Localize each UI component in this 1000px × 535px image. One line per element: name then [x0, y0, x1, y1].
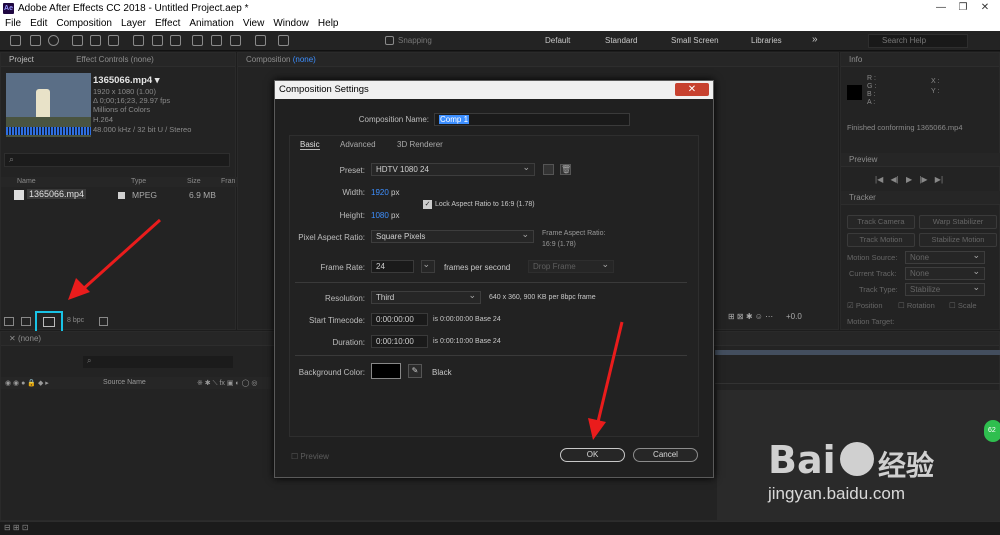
arrow-to-new-composition-icon	[68, 218, 162, 300]
watermark-brand: Bai	[768, 438, 836, 482]
watermark-url: jingyan.baidu.com	[768, 484, 906, 503]
arrow-to-ok-button-icon	[588, 321, 624, 440]
floating-badge[interactable]: 62	[984, 420, 1000, 442]
paw-logo-icon	[840, 442, 874, 476]
watermark-brand-cn: 经验	[878, 449, 935, 482]
baidu-watermark: Bai 经验 jingyan.baidu.com	[768, 438, 988, 528]
